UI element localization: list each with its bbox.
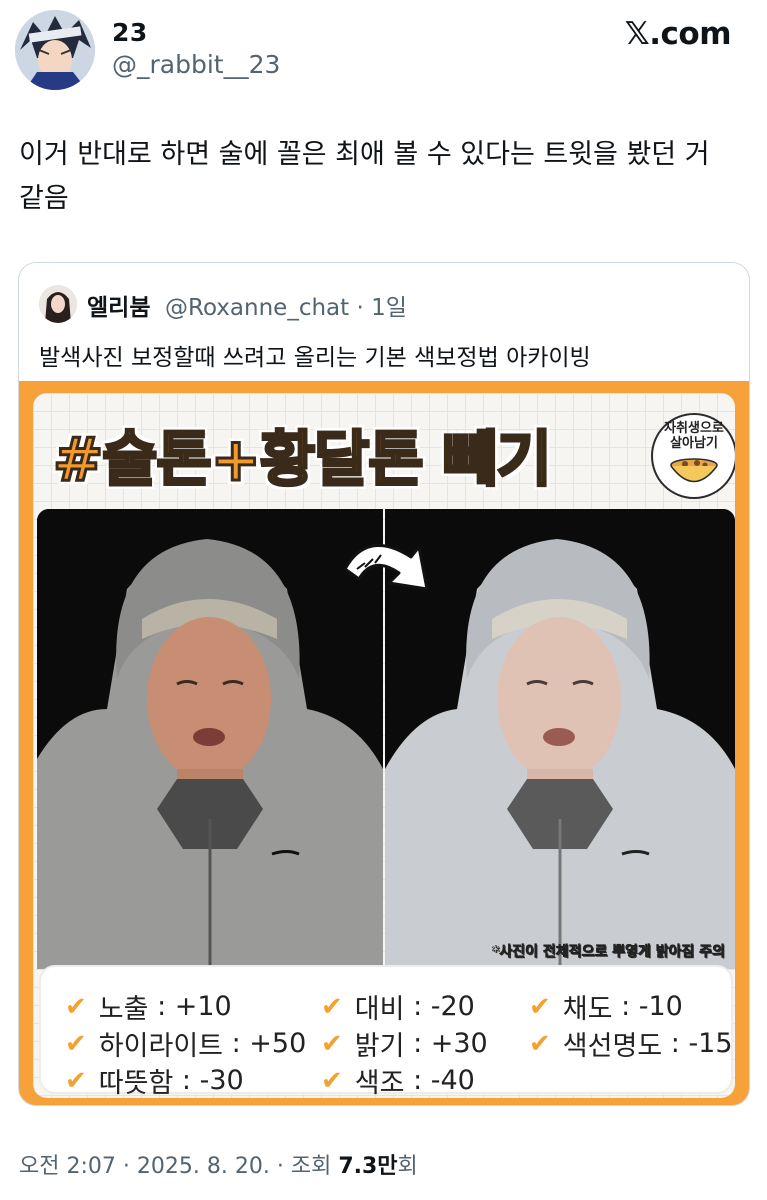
check-icon: ✔ [529, 991, 551, 1022]
views-suffix: 회 [397, 1154, 418, 1179]
setting-label: 색조 [354, 1068, 405, 1098]
quote-text: 발색사진 보정할때 쓰려고 올리는 기본 색보정법 아카이빙 [39, 345, 591, 371]
tweet-text: 이거 반대로 하면 술에 꼴은 최애 볼 수 있다는 트윗을 봤던 거 같음 [19, 139, 710, 214]
photo-note: *사진이 전체적으로 뿌옇게 밝아짐 주의 [492, 944, 726, 961]
author-handle[interactable]: @_rabbit__23 [112, 50, 280, 79]
setting-value: -20 [430, 991, 475, 1022]
quote-author-avatar[interactable] [39, 285, 77, 323]
check-icon: ✔ [65, 1028, 87, 1059]
post-time[interactable]: 오전 2:07 [19, 1154, 116, 1179]
setting-value: +50 [249, 1028, 307, 1059]
setting-value: -30 [199, 1065, 244, 1096]
setting-vibrance: ✔ 색선명도 : -15 [529, 1024, 733, 1063]
check-icon: ✔ [321, 1028, 343, 1059]
quote-author-name[interactable]: 엘리붐 [87, 288, 150, 322]
check-icon: ✔ [321, 1065, 343, 1096]
post-date[interactable]: 2025. 8. 20. [137, 1154, 270, 1179]
tweet-footer: 오전 2:07 · 2025. 8. 20. · 조회 7.3만회 [19, 1148, 418, 1180]
noodle-bowl-icon [670, 458, 718, 483]
setting-colon: : [612, 991, 639, 1022]
badge-line-1: 자취생으로 [664, 421, 724, 436]
footer-separator: · [276, 1154, 291, 1179]
setting-label: 하이라이트 [98, 1031, 223, 1062]
banner-title-text: #술톤+황달톤 빼기 [52, 423, 554, 496]
setting-value: -40 [430, 1065, 475, 1096]
x-logo: 𝕏.com [624, 16, 732, 52]
setting-colon: : [662, 1028, 689, 1059]
setting-value: -15 [688, 1028, 733, 1059]
setting-value: -10 [638, 991, 683, 1022]
badge-line-2: 살아남기 [670, 436, 718, 451]
adjustment-settings: ✔ 노출 : +10 ✔ 대비 : -20 ✔ 채도 : -10 ✔ 하이라이트… [39, 965, 733, 1098]
author-display-name[interactable]: 23 [112, 18, 148, 47]
footer-separator: · [122, 1154, 137, 1179]
views-prefix: 조회 [290, 1154, 332, 1179]
quote-author-handle[interactable]: @Roxanne_chat [165, 295, 349, 321]
setting-label: 따뜻함 [98, 1068, 174, 1098]
image-content: #술톤+황달톤 빼기 자취생으로 살아남기 *사진이 전체적으로 뿌옇게 밝아짐… [33, 393, 735, 1098]
setting-value: +10 [174, 991, 232, 1022]
setting-colon: : [223, 1028, 250, 1059]
tweet-header: 23 @_rabbit__23 𝕏.com [0, 0, 767, 100]
setting-highlights: ✔ 하이라이트 : +50 [65, 1024, 306, 1063]
check-icon: ✔ [65, 991, 87, 1022]
quote-author-meta: @Roxanne_chat · 1일 [165, 288, 407, 322]
setting-label: 노출 [98, 994, 149, 1025]
setting-value: +30 [430, 1028, 488, 1059]
check-icon: ✔ [321, 991, 343, 1022]
setting-label: 대비 [354, 994, 405, 1025]
before-photo [37, 509, 383, 969]
after-photo [385, 509, 735, 969]
setting-contrast: ✔ 대비 : -20 [321, 987, 475, 1026]
check-icon: ✔ [529, 1028, 551, 1059]
quote-timestamp[interactable]: 1일 [371, 295, 407, 321]
quoted-tweet[interactable]: 엘리붐 @Roxanne_chat · 1일 발색사진 보정할때 쓰려고 올리는… [18, 262, 750, 1106]
brand-badge: 자취생으로 살아남기 [651, 413, 735, 499]
banner-title: #술톤+황달톤 빼기 [52, 411, 631, 497]
setting-colon: : [173, 1065, 200, 1096]
setting-colon: : [404, 991, 431, 1022]
views-count[interactable]: 7.3만 [338, 1154, 397, 1179]
setting-exposure: ✔ 노출 : +10 [65, 987, 232, 1026]
setting-warmth: ✔ 따뜻함 : -30 [65, 1061, 244, 1098]
setting-label: 밝기 [354, 1031, 405, 1062]
setting-brightness: ✔ 밝기 : +30 [321, 1024, 488, 1063]
setting-label: 채도 [562, 994, 613, 1025]
setting-saturation: ✔ 채도 : -10 [529, 987, 683, 1026]
badge-text: 자취생으로 살아남기 [653, 421, 735, 451]
setting-colon: : [148, 991, 175, 1022]
quote-separator: · [356, 295, 364, 321]
check-icon: ✔ [65, 1065, 87, 1096]
setting-colon: : [404, 1028, 431, 1059]
curved-arrow-icon [343, 543, 429, 591]
setting-colon: : [404, 1065, 431, 1096]
quote-image[interactable]: #술톤+황달톤 빼기 자취생으로 살아남기 *사진이 전체적으로 뿌옇게 밝아짐… [19, 381, 749, 1105]
author-avatar[interactable] [15, 10, 95, 90]
setting-tint: ✔ 색조 : -40 [321, 1061, 475, 1098]
setting-label: 색선명도 [562, 1031, 663, 1062]
